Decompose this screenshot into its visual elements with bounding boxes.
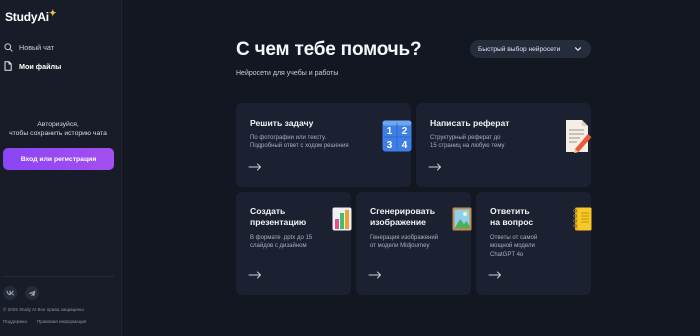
page-title: С чем тебе помочь?	[236, 39, 422, 60]
card-title: Ответить на вопрос	[490, 206, 533, 228]
bar-chart-icon	[332, 207, 352, 236]
arrow-right-icon	[368, 271, 381, 279]
notebook-icon	[572, 207, 592, 236]
file-icon	[3, 61, 13, 71]
card-desc-line: ChatGPT 4o	[490, 251, 524, 258]
nav-my-files[interactable]: Мои файлы	[3, 59, 115, 73]
card-desc-line: Структурный реферат до	[430, 135, 501, 141]
card-description: В формате .pptx до 15 слайдов с дизайном	[250, 234, 312, 251]
card-generate-image[interactable]: Сгенерировать изображение Генерация изоб…	[356, 192, 472, 295]
nav-my-files-label: Мои файлы	[19, 61, 62, 71]
vk-icon[interactable]	[3, 286, 17, 300]
quick-model-select[interactable]: Быстрый выбор нейросети	[470, 40, 591, 58]
card-create-presentation[interactable]: Создать презентацию В формате .pptx до 1…	[236, 192, 352, 295]
arrow-right-icon	[248, 163, 261, 171]
card-title-line: Создать	[250, 206, 286, 216]
svg-text:4: 4	[402, 140, 408, 151]
card-title-line: Решить задачу	[250, 118, 314, 128]
card-desc-line: В формате .pptx до 15	[250, 235, 313, 241]
card-title-line: Написать реферат	[430, 118, 510, 128]
card-desc-line: Ответы от самой	[490, 235, 538, 241]
card-title-line: Ответить	[490, 206, 530, 216]
card-desc-line: Подробный ответ с ходом решения	[250, 143, 349, 150]
card-description: Структурный реферат до 15 страниц на люб…	[430, 134, 505, 151]
arrow-right-icon	[248, 271, 261, 279]
numbers-icon: 1 2 3 4	[382, 120, 412, 157]
document-pencil-icon	[564, 119, 592, 158]
chevron-down-icon	[573, 44, 583, 54]
auth-prompt-line: Авторизуйся,	[37, 121, 79, 128]
card-desc-line: По фотографии или тексту.	[250, 135, 327, 141]
support-link[interactable]: Поддержка	[3, 319, 27, 324]
logo[interactable]: StudyAi✦	[5, 8, 57, 24]
svg-text:2: 2	[402, 126, 408, 137]
search-icon	[3, 42, 13, 52]
card-title: Решить задачу	[250, 118, 313, 129]
card-desc-line: 15 страниц на любую тему	[430, 143, 505, 150]
card-title-line: на вопрос	[490, 217, 534, 227]
card-write-essay[interactable]: Написать реферат Структурный реферат до …	[416, 103, 592, 187]
card-description: Ответы от самой мощной модели ChatGPT 4o	[490, 234, 537, 259]
divider	[3, 276, 114, 277]
telegram-icon[interactable]	[25, 286, 39, 300]
logo-ai-text: Ai	[37, 10, 49, 24]
quick-model-select-label: Быстрый выбор нейросети	[478, 45, 561, 53]
card-title-line: презентацию	[250, 217, 307, 227]
card-title: Сгенерировать изображение	[370, 206, 435, 228]
card-title-line: Сгенерировать	[370, 206, 436, 216]
nav-new-chat-label: Новый чат	[19, 42, 55, 52]
sidebar: StudyAi✦ Новый чат Мои файлы Авторизуйся…	[0, 0, 122, 336]
auth-prompt-line: чтобы сохранить историю чата	[9, 130, 107, 137]
svg-text:3: 3	[387, 140, 393, 151]
card-desc-line: от модели Midjourney	[370, 243, 430, 250]
card-solve-task[interactable]: Решить задачу По фотографии или тексту. …	[236, 103, 412, 187]
arrow-right-icon	[428, 163, 441, 171]
page-subtitle: Нейросети для учебы и работы	[236, 70, 339, 77]
card-title: Написать реферат	[430, 118, 509, 129]
auth-prompt: Авторизуйся, чтобы сохранить историю чат…	[0, 120, 116, 138]
sparkle-icon: ✦	[48, 8, 57, 18]
card-desc-line: мощной модели	[490, 243, 535, 250]
login-register-button[interactable]: Вход или регистрация	[3, 148, 114, 170]
card-answer-question[interactable]: Ответить на вопрос Ответы от самой мощно…	[476, 192, 592, 295]
card-description: Генерация изображений от модели Midjourn…	[370, 234, 438, 251]
picture-icon	[452, 207, 472, 236]
card-title-line: изображение	[370, 217, 426, 227]
copyright-text: © 2025 Study AI Все права защищены	[3, 307, 84, 312]
legal-info-link[interactable]: Правовая информация	[37, 319, 86, 324]
logo-study-text: Study	[5, 10, 38, 24]
arrow-right-icon	[488, 271, 501, 279]
card-desc-line: Генерация изображений	[370, 235, 439, 241]
card-description: По фотографии или тексту. Подробный отве…	[250, 134, 349, 151]
card-desc-line: слайдов с дизайном	[250, 243, 307, 250]
card-title: Создать презентацию	[250, 206, 306, 228]
nav-new-chat[interactable]: Новый чат	[3, 40, 115, 54]
footer-links: Поддержка Правовая информация	[3, 319, 86, 324]
svg-text:1: 1	[387, 126, 393, 137]
